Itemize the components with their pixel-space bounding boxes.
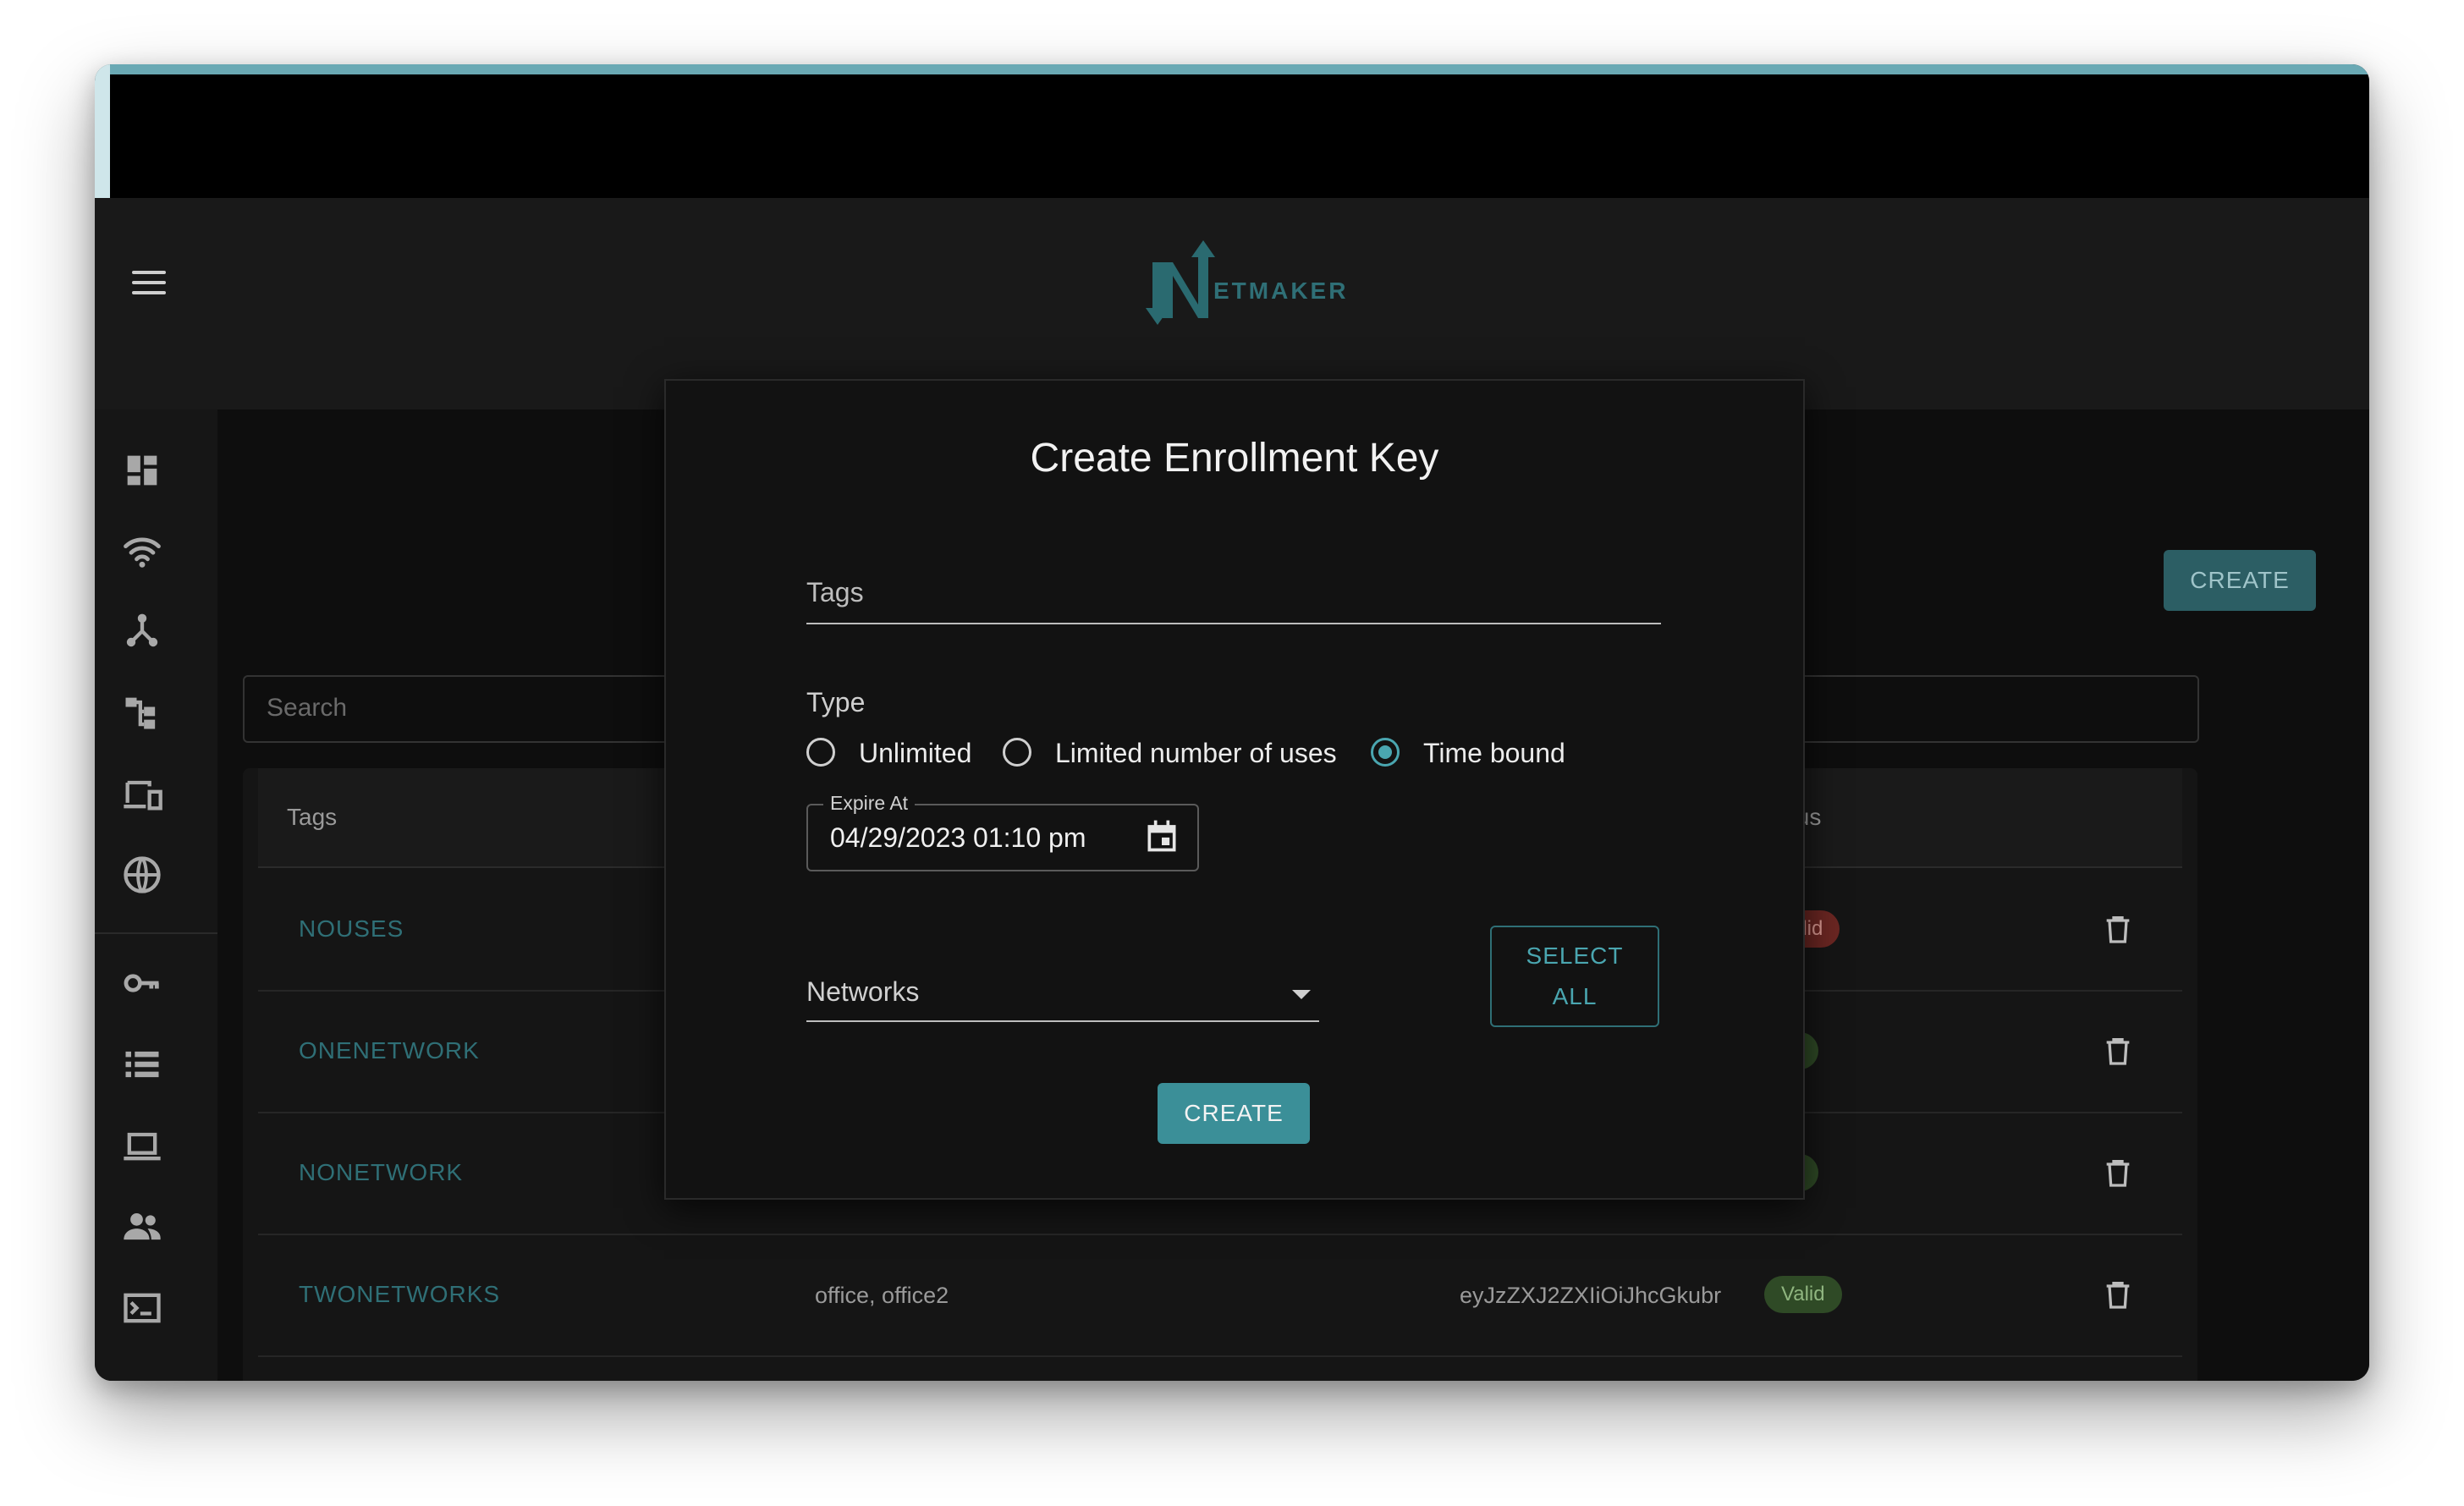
row-tag[interactable]: NONETWORK <box>299 1159 463 1186</box>
dashboard-icon[interactable] <box>120 448 164 492</box>
key-icon[interactable] <box>120 961 164 1005</box>
netmaker-logo: ETMAKER <box>1144 237 1364 330</box>
hosts-icon[interactable] <box>120 690 164 734</box>
row-tag[interactable]: TWONETWORKS <box>299 1281 500 1308</box>
create-enrollment-key-dialog: Create Enrollment Key Tags Type Unlimite… <box>664 379 1805 1200</box>
wifi-icon[interactable] <box>120 528 164 572</box>
menu-icon[interactable] <box>132 271 166 296</box>
window-left-accent <box>95 64 110 198</box>
app-bar: ETMAKER <box>95 198 2369 409</box>
select-all-line2: ALL <box>1552 983 1598 1009</box>
networks-label: Networks <box>806 976 920 1007</box>
dropdown-arrow-icon[interactable] <box>1292 990 1311 999</box>
row-networks: office, office2 <box>815 1283 949 1308</box>
radio-circle[interactable] <box>1371 738 1400 767</box>
calendar-icon[interactable] <box>1143 817 1180 855</box>
radio-limited-uses[interactable]: Limited number of uses <box>1003 738 1358 775</box>
row-tag[interactable]: NOUSES <box>299 915 404 943</box>
tags-label: Tags <box>806 577 864 607</box>
sidebar <box>95 409 219 1381</box>
row-tag[interactable]: ONENETWORK <box>299 1037 480 1064</box>
delete-icon[interactable] <box>2101 1032 2135 1069</box>
expire-at-field[interactable]: Expire At 04/29/2023 01:10 pm <box>806 792 1199 871</box>
radio-label[interactable]: Limited number of uses <box>1055 738 1337 769</box>
tags-input[interactable]: Tags <box>806 572 1661 624</box>
status-badge: Valid <box>1764 1276 1842 1313</box>
delete-icon[interactable] <box>2101 910 2135 948</box>
app-window: ETMAKER CREATE Search Tags tus NOUSES ON… <box>95 64 2369 1381</box>
expire-at-label: Expire At <box>823 792 916 815</box>
terminal-icon[interactable] <box>120 1286 164 1330</box>
globe-icon[interactable] <box>120 853 164 897</box>
expire-at-value[interactable]: 04/29/2023 01:10 pm <box>830 822 1086 854</box>
delete-icon[interactable] <box>2101 1154 2135 1191</box>
delete-icon[interactable] <box>2101 1276 2135 1313</box>
search-placeholder: Search <box>267 694 348 722</box>
radio-circle[interactable] <box>806 738 835 767</box>
networks-select[interactable]: Networks <box>806 970 1319 1022</box>
radio-unlimited[interactable]: Unlimited <box>806 738 993 775</box>
dialog-title: Create Enrollment Key <box>1030 436 1439 481</box>
network-icon[interactable] <box>120 609 164 653</box>
radio-time-bound[interactable]: Time bound <box>1371 738 1591 775</box>
row-token[interactable]: eyJzZXJ2ZXIiOiJhcGkubr <box>1460 1283 1721 1309</box>
radio-label[interactable]: Unlimited <box>859 738 971 769</box>
radio-circle[interactable] <box>1003 738 1031 767</box>
radio-label[interactable]: Time bound <box>1423 738 1565 769</box>
select-all-button[interactable]: SELECT ALL <box>1490 926 1659 1027</box>
create-button[interactable]: CREATE <box>1158 1083 1310 1144</box>
devices-icon[interactable] <box>120 772 164 816</box>
list-icon[interactable] <box>120 1042 164 1086</box>
table-row[interactable]: TWONETWORKS office, office2 eyJzZXJ2ZXIi… <box>258 1234 2182 1357</box>
sidebar-divider <box>95 932 217 934</box>
laptop-icon[interactable] <box>120 1124 164 1168</box>
title-bar <box>110 74 2369 198</box>
users-icon[interactable] <box>120 1205 164 1249</box>
create-key-button[interactable]: CREATE <box>2164 550 2316 611</box>
type-label: Type <box>806 687 866 717</box>
logo-text: ETMAKER <box>1213 278 1349 304</box>
select-all-line1: SELECT <box>1526 943 1624 969</box>
column-header-tags: Tags <box>287 804 338 830</box>
